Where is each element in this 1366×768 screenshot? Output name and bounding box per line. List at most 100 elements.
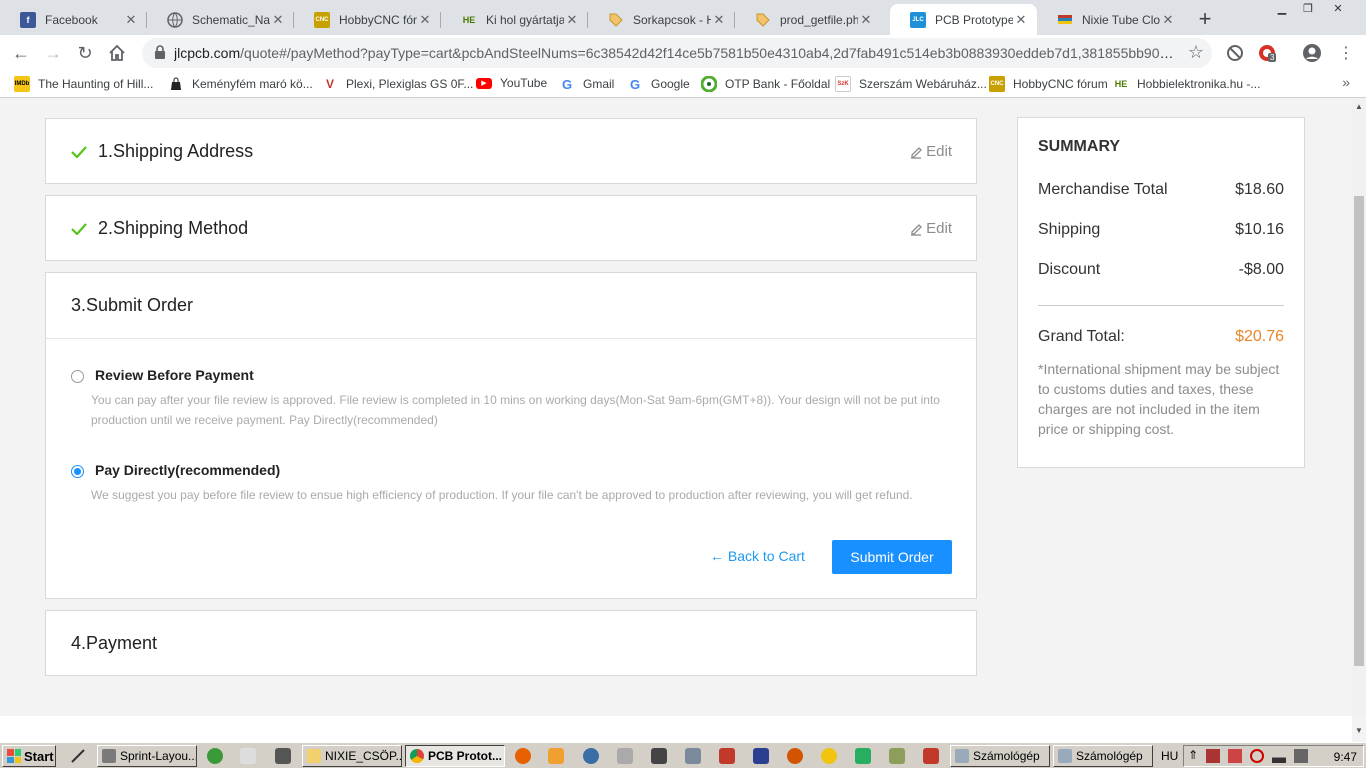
chrome-icon	[410, 749, 424, 763]
edit-method-button[interactable]: Edit	[910, 220, 952, 237]
bookmark-gmail[interactable]: G Gmail	[559, 76, 614, 92]
profile-icon[interactable]	[1302, 43, 1322, 63]
bookmark-google[interactable]: G Google	[627, 76, 690, 92]
more-bookmarks-icon[interactable]: »	[1342, 74, 1350, 90]
tab-facebook[interactable]: f Facebook ✕	[0, 4, 147, 35]
red-tool-icon[interactable]	[719, 748, 735, 764]
tab-nixie-clock[interactable]: Nixie Tube Clock ✕	[1037, 4, 1184, 35]
taskbar-sprint-layout[interactable]: Sprint-Layou...	[97, 745, 197, 767]
close-tab-icon[interactable]: ✕	[1160, 12, 1176, 28]
tab-hobbycnc[interactable]: CNC HobbyCNC fórum ✕	[294, 4, 441, 35]
menu-icon[interactable]: ⋮	[1336, 43, 1356, 63]
tag-icon	[608, 12, 624, 28]
option-title: Review Before Payment	[95, 367, 254, 383]
orange-app-icon[interactable]	[787, 748, 803, 764]
window-icon[interactable]	[617, 748, 633, 764]
check-icon	[71, 222, 87, 235]
pcb-app-icon[interactable]	[275, 748, 291, 764]
taskbar-nixie-folder[interactable]: NIXIE_CSÖP...	[302, 745, 402, 767]
pencil-icon	[911, 223, 923, 236]
check-icon	[71, 145, 87, 158]
bookmark-hobbycnc[interactable]: CNC HobbyCNC fórum	[989, 76, 1108, 92]
back-icon[interactable]: ←	[8, 40, 34, 66]
tab-title: Facebook	[45, 12, 98, 27]
eraser-icon[interactable]	[923, 748, 939, 764]
tab-schematic[interactable]: Schematic_Nano ✕	[147, 4, 294, 35]
tab-sorkapcsok[interactable]: Sorkapcsok - HE ✕	[588, 4, 735, 35]
submit-order-button[interactable]: Submit Order	[832, 540, 952, 574]
page-bottom	[0, 716, 1352, 742]
bookmark-youtube[interactable]: ▶ YouTube	[476, 76, 547, 90]
forward-icon[interactable]: →	[40, 40, 66, 66]
pen-quicklaunch-icon[interactable]	[70, 748, 86, 764]
close-tab-icon[interactable]: ✕	[564, 12, 580, 28]
minimize-button[interactable]: ▁	[1269, 0, 1295, 18]
bookmark-star-icon[interactable]: ☆	[1188, 42, 1204, 63]
tray-security-icon[interactable]	[1228, 749, 1242, 763]
close-tab-icon[interactable]: ✕	[417, 12, 433, 28]
pencil-icon	[911, 146, 923, 159]
edit-address-button[interactable]: Edit	[910, 143, 952, 160]
clock[interactable]: 9:47	[1334, 750, 1357, 764]
shipping-method-card: 2.Shipping Method Edit	[45, 195, 977, 261]
language-indicator[interactable]: HU	[1161, 749, 1178, 763]
archive-icon[interactable]	[685, 748, 701, 764]
green-app-icon[interactable]	[207, 748, 223, 764]
order-summary: SUMMARY Merchandise Total $18.60 Shippin…	[1017, 117, 1305, 468]
taskbar-chrome-pcb[interactable]: PCB Protot...	[405, 745, 505, 767]
media-icon[interactable]	[548, 748, 564, 764]
home-icon[interactable]	[104, 40, 130, 66]
bookmark-otp[interactable]: OTP Bank - Főoldal	[701, 76, 830, 92]
back-to-cart-link[interactable]: ← Back to Cart	[710, 548, 805, 564]
windows-taskbar: Start Sprint-Layou... NIXIE_CSÖP... PCB …	[0, 742, 1366, 768]
tab-prod-getfile[interactable]: prod_getfile.php ✕	[735, 4, 882, 35]
tab-pcb-prototype[interactable]: JLC PCB Prototype & ✕	[890, 4, 1037, 35]
block-extension-icon[interactable]	[1225, 43, 1245, 63]
scroll-thumb[interactable]	[1354, 196, 1364, 666]
tray-volume-icon[interactable]	[1294, 749, 1308, 763]
scroll-up-icon[interactable]: ▲	[1355, 102, 1363, 111]
bag-icon	[168, 76, 184, 92]
youtube-icon: ▶	[476, 77, 492, 89]
bookmark-hill-house[interactable]: IMDb The Haunting of Hill...	[14, 76, 153, 92]
close-tab-icon[interactable]: ✕	[858, 12, 874, 28]
tray-network-icon[interactable]	[1272, 749, 1286, 763]
tray-expand-icon[interactable]: ⇑	[1188, 748, 1198, 762]
page-scrollbar[interactable]: ▲ ▼	[1352, 98, 1366, 735]
panel-icon[interactable]	[240, 748, 256, 764]
tray-app-icon[interactable]	[1206, 749, 1220, 763]
pay-directly-radio[interactable]	[71, 465, 84, 478]
close-tab-icon[interactable]: ✕	[711, 12, 727, 28]
floppy-icon[interactable]	[753, 748, 769, 764]
bookmark-szerszam[interactable]: SzK Szerszám Webáruház...	[835, 76, 987, 92]
new-tab-button[interactable]: +	[1193, 6, 1217, 32]
tool-icon[interactable]	[651, 748, 667, 764]
extension-badge-icon[interactable]: 3	[1257, 43, 1277, 63]
close-tab-icon[interactable]: ✕	[1013, 12, 1029, 28]
firefox-icon[interactable]	[515, 748, 531, 764]
scroll-down-icon[interactable]: ▼	[1355, 726, 1363, 735]
close-tab-icon[interactable]: ✕	[123, 12, 139, 28]
bookmark-kemenyfem[interactable]: Keményfém maró kö...	[168, 76, 313, 92]
cnc-icon: CNC	[989, 76, 1005, 92]
restore-button[interactable]: ❐	[1295, 0, 1321, 18]
option-description: You can pay after your file review is ap…	[91, 393, 940, 427]
play-icon[interactable]	[821, 748, 837, 764]
he-icon: HE	[462, 14, 476, 25]
reload-icon[interactable]: ↻	[72, 40, 98, 66]
close-tab-icon[interactable]: ✕	[270, 12, 286, 28]
taskbar-calculator-2[interactable]: Számológép	[1053, 745, 1153, 767]
taskbar-calculator-1[interactable]: Számológép	[950, 745, 1050, 767]
close-window-button[interactable]: ✕	[1325, 0, 1351, 18]
start-button[interactable]: Start	[2, 745, 56, 767]
box-icon[interactable]	[889, 748, 905, 764]
app-icon[interactable]	[583, 748, 599, 764]
address-bar[interactable]: jlcpcb.com/quote#/payMethod?payType=cart…	[142, 38, 1212, 68]
bookmark-hobbielektronika[interactable]: HE Hobbielektronika.hu -...	[1113, 76, 1261, 92]
review-radio[interactable]	[71, 370, 84, 383]
tray-mute-icon[interactable]	[1250, 749, 1264, 763]
tab-hobbielektronika[interactable]: HE Ki hol gyártatja a ✕	[441, 4, 588, 35]
bug-icon[interactable]	[855, 748, 871, 764]
bookmark-plexi[interactable]: V Plexi, Plexiglas GS 0F...	[322, 76, 473, 92]
otp-icon	[701, 76, 717, 92]
